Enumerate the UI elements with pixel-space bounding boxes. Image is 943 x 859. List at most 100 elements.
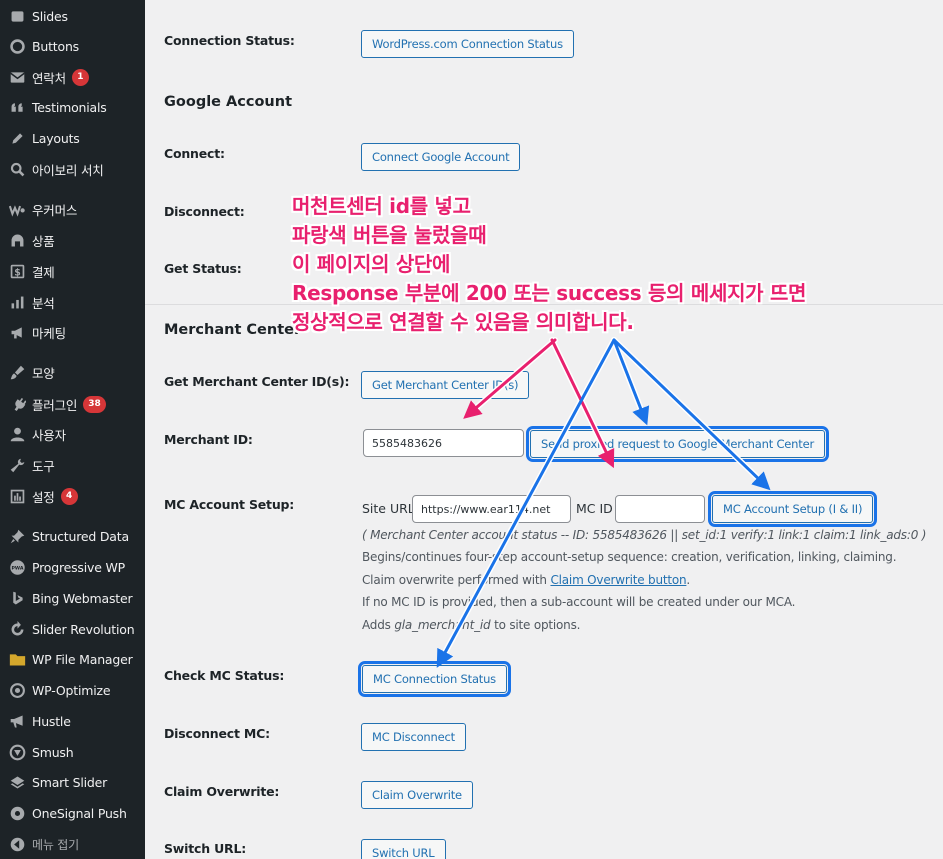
claim-overwrite-button[interactable]: Claim Overwrite [361, 781, 473, 809]
search-icon [7, 159, 27, 179]
site-url-input[interactable] [412, 495, 571, 523]
sidebar-item-label: 분석 [32, 295, 55, 311]
sidebar-item-smush[interactable]: Smush [0, 737, 145, 767]
sidebar-item-testimonials[interactable]: Testimonials [0, 92, 145, 122]
claim-overwrite-link[interactable]: Claim Overwrite button [550, 573, 686, 587]
pencil-icon [7, 128, 27, 148]
bar-chart-icon [7, 292, 27, 312]
quote-icon [7, 97, 27, 117]
sidebar-item-progressive-wp[interactable]: PWA Progressive WP [0, 552, 145, 582]
mc-id-input[interactable] [615, 495, 705, 523]
option-name: gla_merchant_id [394, 618, 491, 632]
plugin-icon [7, 394, 27, 414]
sidebar-item-tools[interactable]: 도구 [0, 450, 145, 480]
sidebar-item-label: Progressive WP [32, 559, 125, 575]
mc-id-label: MC ID [576, 501, 613, 516]
sidebar-item-label: Buttons [32, 38, 79, 54]
sidebar-item-layouts[interactable]: Layouts [0, 123, 145, 153]
sidebar-item-slider-revolution[interactable]: Slider Revolution [0, 614, 145, 644]
get-mc-ids-label: Get Merchant Center ID(s): [164, 374, 350, 389]
sidebar-item-label: 마케팅 [32, 325, 66, 341]
sub-account-description: If no MC ID is provided, then a sub-acco… [362, 595, 796, 609]
mc-account-setup-button[interactable]: MC Account Setup (I & II) [707, 491, 878, 527]
get-merchant-center-ids-button[interactable]: Get Merchant Center ID(s) [361, 371, 530, 399]
mail-icon [7, 67, 27, 87]
sidebar-item-label: Slider Revolution [32, 621, 135, 637]
switch-url-button[interactable]: Switch URL [361, 839, 446, 859]
sidebar-item-label: 메뉴 접기 [32, 837, 79, 852]
sidebar-item-buttons[interactable]: Buttons [0, 31, 145, 61]
sidebar-item-label: 연락처 [32, 70, 66, 86]
site-options-description: Adds gla_merchant_id to site options. [362, 618, 581, 632]
admin-sidebar: Slides Buttons 연락처 1 Testimonials Layout… [0, 0, 145, 859]
sidebar-item-marketing[interactable]: 마케팅 [0, 317, 145, 347]
sidebar-item-wp-file-manager[interactable]: WP File Manager [0, 644, 145, 674]
user-icon [7, 424, 27, 444]
sidebar-item-appearance[interactable]: 모양 [0, 357, 145, 387]
section-divider [145, 304, 943, 305]
onesignal-icon [7, 803, 27, 823]
mc-connection-status-button[interactable]: MC Connection Status [358, 661, 511, 697]
sidebar-item-woocommerce[interactable]: 우커머스 [0, 194, 145, 224]
switch-url-label: Switch URL: [164, 841, 247, 856]
connect-label: Connect: [164, 146, 225, 161]
collapse-menu-button[interactable]: 메뉴 접기 [0, 829, 145, 859]
sidebar-item-label: Layouts [32, 130, 80, 146]
optimize-icon [7, 680, 27, 700]
update-count-badge: 38 [83, 395, 106, 413]
send-proxied-request-button[interactable]: Send proxied request to Google Merchant … [526, 426, 829, 462]
merchant-id-input[interactable] [363, 429, 524, 457]
woocommerce-icon [7, 199, 27, 219]
mc-disconnect-button[interactable]: MC Disconnect [361, 723, 466, 751]
pwa-icon: PWA [7, 557, 27, 577]
buttons-icon [7, 36, 27, 56]
sidebar-item-ivory-search[interactable]: 아이보리 서치 [0, 154, 145, 184]
sidebar-item-hustle[interactable]: Hustle [0, 706, 145, 736]
update-count-badge: 4 [60, 487, 78, 505]
wpcom-connection-status-button[interactable]: WordPress.com Connection Status [361, 30, 574, 58]
sidebar-item-slides[interactable]: Slides [0, 1, 145, 31]
google-account-section-title: Google Account [164, 94, 293, 110]
sidebar-item-smart-slider[interactable]: Smart Slider [0, 767, 145, 797]
sidebar-item-products[interactable]: 상품 [0, 225, 145, 255]
update-count-badge: 1 [71, 68, 89, 86]
pin-icon [7, 526, 27, 546]
collapse-icon [7, 834, 27, 854]
merchant-center-section-title: Merchant Center [164, 322, 302, 338]
dollar-icon: $ [7, 261, 27, 281]
sidebar-item-label: WP-Optimize [32, 682, 111, 698]
sidebar-item-label: 결제 [32, 264, 55, 280]
sidebar-item-label: 상품 [32, 233, 55, 249]
connection-status-label: Connection Status: [164, 33, 295, 48]
sidebar-item-plugins[interactable]: 플러그인 38 [0, 389, 145, 419]
site-url-label: Site URL [362, 501, 415, 516]
sidebar-item-users[interactable]: 사용자 [0, 419, 145, 449]
sidebar-item-label: Slides [32, 8, 68, 24]
sidebar-item-contacts[interactable]: 연락처 1 [0, 62, 145, 92]
sidebar-item-onesignal-push[interactable]: OneSignal Push [0, 798, 145, 828]
claim-overwrite-description: Claim overwrite performed with Claim Ove… [362, 573, 691, 587]
setup-description-line: Begins/continues four-step account-setup… [362, 550, 897, 564]
settings-icon [7, 486, 27, 506]
smush-icon [7, 742, 27, 762]
disconnect-mc-label: Disconnect MC: [164, 726, 270, 741]
megaphone-icon [7, 322, 27, 342]
sidebar-item-analytics[interactable]: 분석 [0, 287, 145, 317]
sidebar-item-bing-webmaster[interactable]: Bing Webmaster [0, 583, 145, 613]
account-status-text: ( Merchant Center account status -- ID: … [362, 528, 927, 542]
sidebar-item-label: 모양 [32, 365, 55, 381]
sidebar-item-label: Testimonials [32, 99, 107, 115]
sidebar-item-label: 설정 [32, 489, 55, 505]
folder-icon [7, 649, 27, 669]
sidebar-item-payments[interactable]: $ 결제 [0, 256, 145, 286]
disconnect-label: Disconnect: [164, 204, 245, 219]
sidebar-item-settings[interactable]: 설정 4 [0, 481, 145, 511]
connect-google-account-button[interactable]: Connect Google Account [361, 143, 521, 171]
sidebar-item-wp-optimize[interactable]: WP-Optimize [0, 675, 145, 705]
svg-text:$: $ [14, 267, 21, 278]
sidebar-item-structured-data[interactable]: Structured Data [0, 521, 145, 551]
claim-overwrite-label: Claim Overwrite: [164, 784, 280, 799]
sidebar-item-label: OneSignal Push [32, 805, 127, 821]
sidebar-item-label: 아이보리 서치 [32, 162, 104, 178]
refresh-icon [7, 619, 27, 639]
